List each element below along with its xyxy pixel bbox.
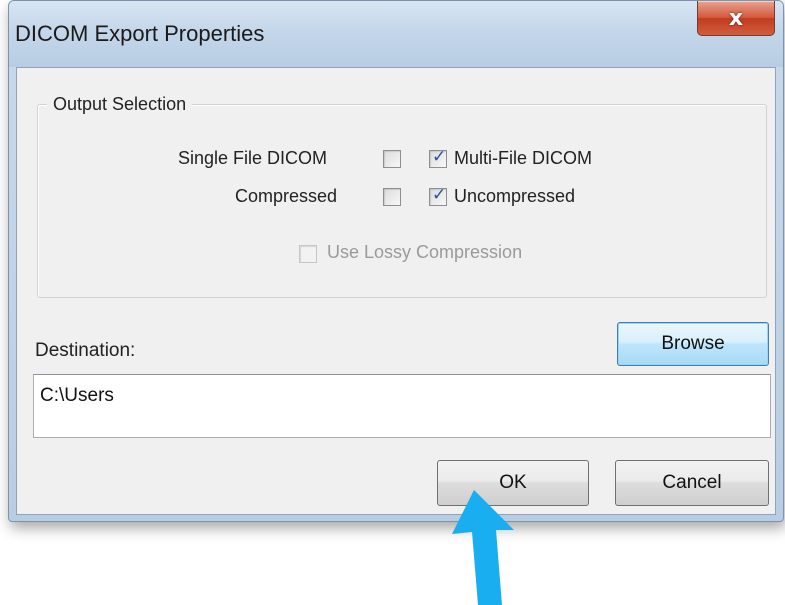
check-icon: ✓ (432, 185, 447, 205)
dialog-window: DICOM Export Properties x Output Selecti… (8, 0, 784, 522)
close-icon: x (728, 5, 744, 31)
compressed-checkbox[interactable] (383, 188, 401, 206)
browse-button[interactable]: Browse (617, 322, 769, 366)
multi-file-checkbox[interactable]: ✓ (429, 147, 447, 168)
lossy-compression-checkbox[interactable] (299, 245, 317, 263)
close-button[interactable]: x (697, 1, 775, 36)
output-selection-group (37, 104, 767, 298)
single-file-label: Single File DICOM (178, 148, 328, 168)
lossy-compression-label: Use Lossy Compression (327, 242, 523, 262)
uncompressed-checkbox[interactable]: ✓ (429, 185, 447, 206)
compressed-label: Compressed (235, 186, 338, 206)
page: DICOM Export Properties x Output Selecti… (0, 0, 785, 605)
dialog-body: Output Selection Single File DICOM ✓ Mul… (16, 67, 776, 515)
destination-path-field[interactable]: C:\Users (33, 374, 771, 438)
cancel-button[interactable]: Cancel (615, 460, 769, 506)
destination-label: Destination: (35, 340, 136, 361)
check-icon: ✓ (432, 147, 447, 167)
single-file-checkbox[interactable] (383, 150, 401, 168)
output-selection-label: Output Selection (47, 94, 193, 115)
window-title: DICOM Export Properties (15, 21, 265, 46)
arrow-up-icon (452, 490, 514, 605)
title-bar[interactable]: DICOM Export Properties x (9, 1, 783, 67)
multi-file-label: Multi-File DICOM (454, 148, 592, 168)
uncompressed-label: Uncompressed (454, 186, 576, 206)
